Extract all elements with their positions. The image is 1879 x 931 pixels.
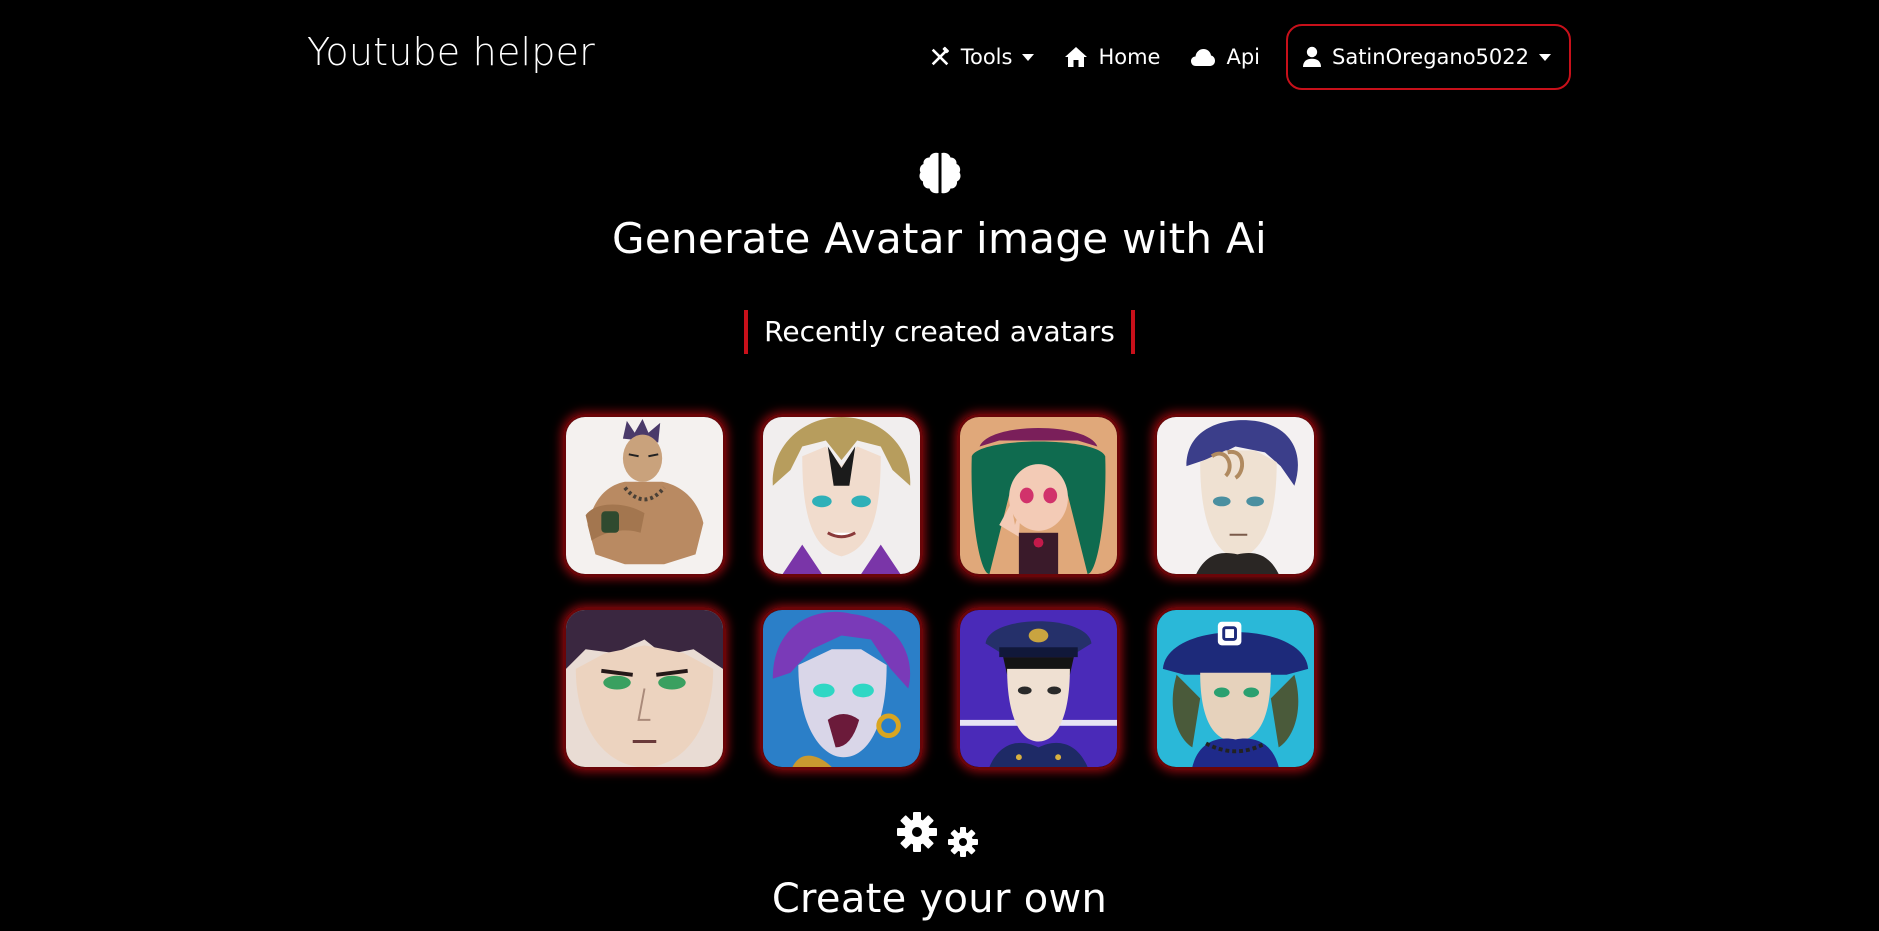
- tools-icon: [931, 46, 949, 66]
- gears-icon: [896, 812, 978, 857]
- chevron-down-icon: [1539, 53, 1551, 61]
- nav-api-link[interactable]: Api: [1190, 45, 1260, 69]
- create-section-icon: [0, 810, 1879, 864]
- avatar-image: [1157, 610, 1314, 767]
- avatar-image: [566, 417, 723, 574]
- avatar-card[interactable]: [760, 414, 923, 577]
- avatar-card[interactable]: [760, 607, 923, 770]
- cloud-icon: [1191, 49, 1216, 66]
- avatar-image: [960, 417, 1117, 574]
- hero-section: Generate Avatar image with Ai: [0, 150, 1879, 263]
- avatar-image: [566, 610, 723, 767]
- page-title: Generate Avatar image with Ai: [612, 214, 1267, 263]
- recent-avatars-header: Recently created avatars: [0, 310, 1879, 354]
- nav-tools-label: Tools: [960, 45, 1013, 69]
- nav-api-label: Api: [1226, 45, 1260, 69]
- recent-avatars-label: Recently created avatars: [744, 310, 1135, 354]
- avatar-card[interactable]: [1154, 414, 1317, 577]
- chevron-down-icon: [1022, 53, 1035, 61]
- avatar-card[interactable]: [563, 414, 726, 577]
- brand-logo[interactable]: Youtube helper: [307, 30, 595, 74]
- user-menu-dropdown[interactable]: SatinOregano5022: [1286, 24, 1571, 90]
- nav-home-label: Home: [1098, 45, 1161, 69]
- avatar-card[interactable]: [563, 607, 726, 770]
- nav-menu: Tools Home Api SatinOregano5022: [899, 24, 1571, 90]
- avatar-image: [1157, 417, 1314, 574]
- avatar-grid: [563, 414, 1317, 770]
- create-your-own-title: Create your own: [771, 876, 1108, 922]
- home-icon: [1065, 47, 1088, 67]
- avatar-image: [960, 610, 1117, 767]
- brain-icon: [918, 152, 961, 194]
- avatar-card[interactable]: [957, 607, 1120, 770]
- nav-tools-dropdown[interactable]: Tools: [929, 45, 1035, 69]
- nav-home-link[interactable]: Home: [1064, 45, 1160, 69]
- navbar: Youtube helper Tools Home Api SatinOrega…: [0, 0, 1879, 112]
- user-icon: [1303, 46, 1321, 67]
- user-name-label: SatinOregano5022: [1332, 45, 1529, 69]
- avatar-image: [763, 417, 920, 574]
- avatar-card[interactable]: [957, 414, 1120, 577]
- avatar-card[interactable]: [1154, 607, 1317, 770]
- avatar-image: [763, 610, 920, 767]
